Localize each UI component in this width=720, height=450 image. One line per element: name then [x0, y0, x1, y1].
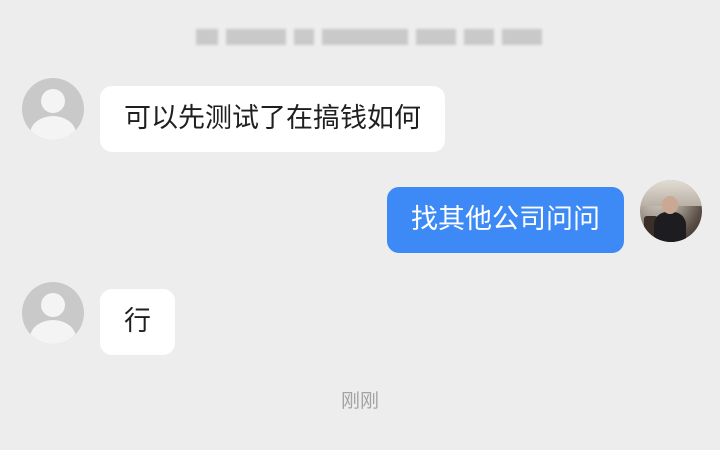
- blurred-contact-name: [196, 26, 542, 48]
- avatar-head-shape: [41, 293, 65, 317]
- chat-view: 可以先测试了在搞钱如何 找其他公司问问 行 刚刚: [0, 0, 720, 450]
- photo-person-body: [654, 212, 686, 242]
- avatar-shoulders-shape: [30, 320, 76, 344]
- photo-person-head: [662, 196, 678, 214]
- contact-avatar-icon[interactable]: [22, 78, 84, 140]
- message-bubble-incoming[interactable]: 可以先测试了在搞钱如何: [100, 86, 445, 152]
- self-avatar-photo[interactable]: [640, 180, 702, 242]
- avatar-head-shape: [41, 89, 65, 113]
- avatar-shoulders-shape: [30, 116, 76, 140]
- message-bubble-outgoing[interactable]: 找其他公司问问: [387, 187, 624, 253]
- message-bubble-incoming[interactable]: 行: [100, 289, 175, 355]
- contact-avatar-icon[interactable]: [22, 282, 84, 344]
- message-timestamp: 刚刚: [340, 390, 379, 412]
